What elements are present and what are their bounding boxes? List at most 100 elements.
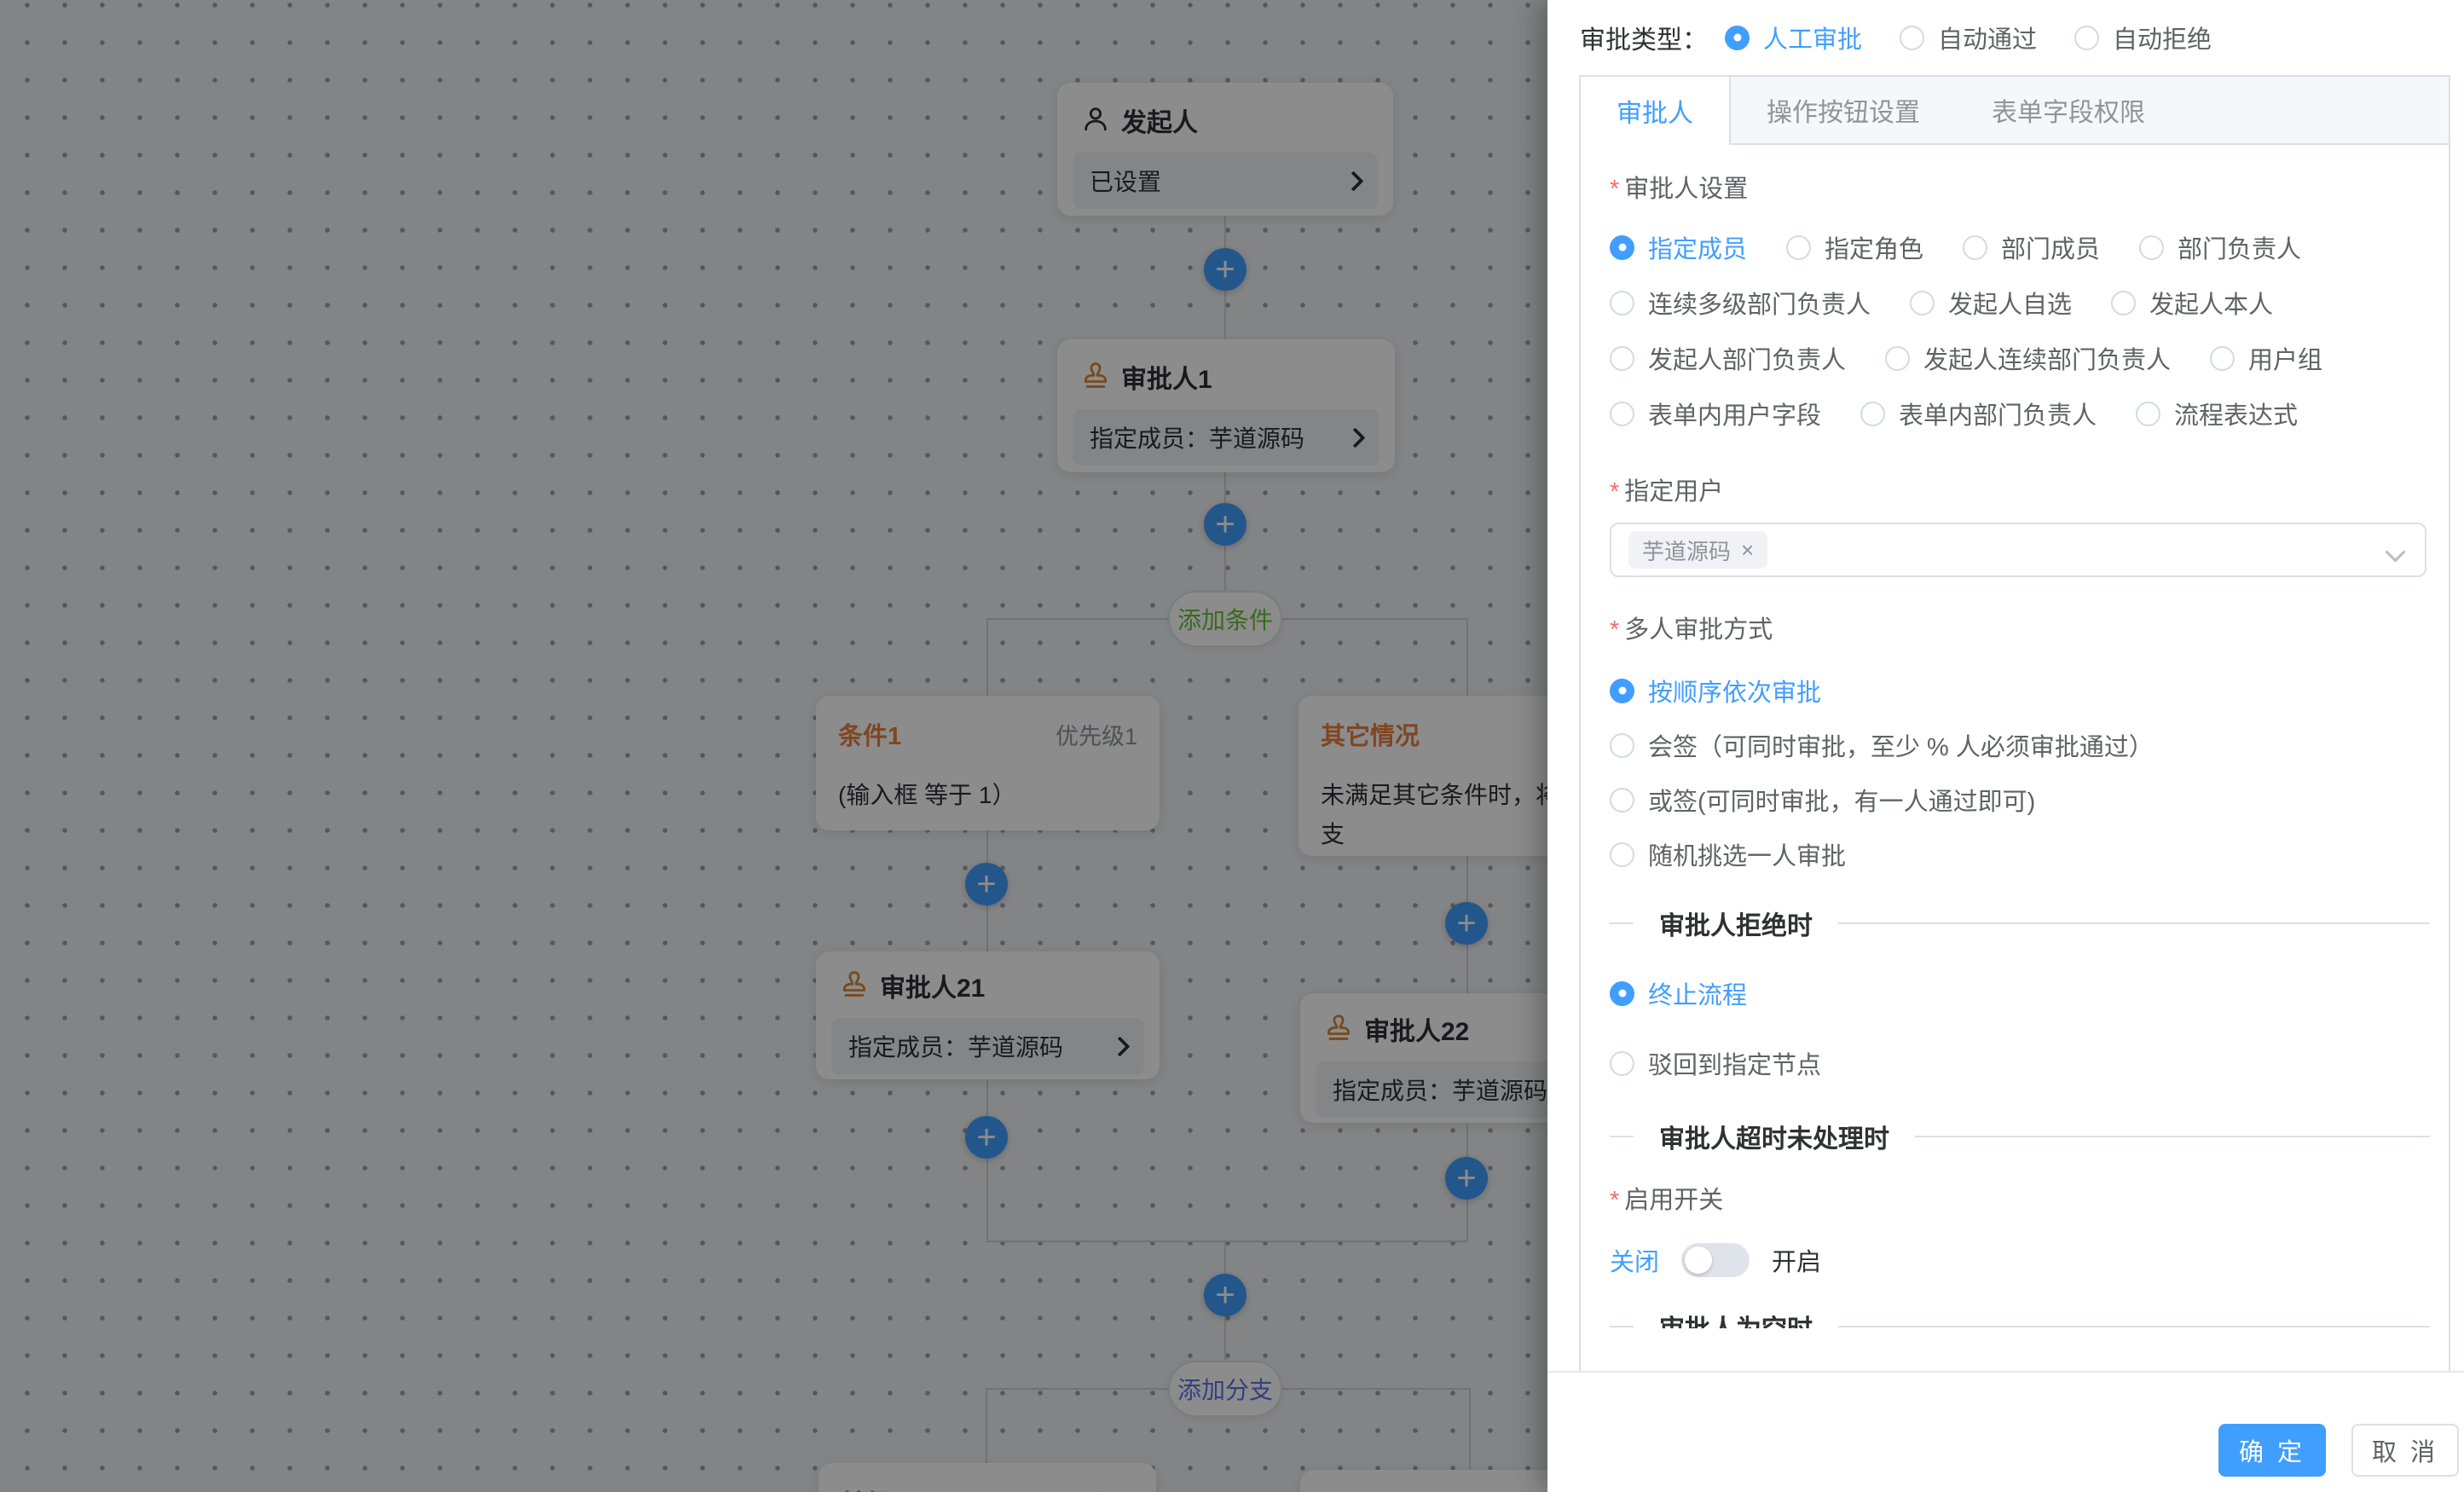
close-icon[interactable]: × (1741, 537, 1754, 564)
screen: 发起人 已设置 + 审批人1 指定成员：芋道源码 (0, 0, 2464, 1492)
radio-icon (2111, 291, 2136, 315)
radio-icon (1725, 26, 1750, 50)
switch-off-label: 关闭 (1610, 1242, 1659, 1278)
radio-label: 发起人本人 (2149, 285, 2273, 321)
option-random-one[interactable]: 随机挑选一人审批 (1610, 839, 1846, 870)
multi-approve-options: 按顺序依次审批 会签（可同时审批，至少 % 人必须审批通过） 或签(可同时审批，… (1610, 645, 2435, 870)
radio-icon (1610, 679, 1634, 703)
settings-tabs-card: 审批人 操作按钮设置 表单字段权限 *审批人设置 指定成员 指定角色 (1579, 75, 2450, 1371)
approver-setting-label: *审批人设置 (1610, 174, 2435, 205)
selected-user-tag: 芋道源码 × (1628, 531, 1767, 569)
option-terminate-process[interactable]: 终止流程 (1610, 978, 1747, 1009)
option-user-group[interactable]: 用户组 (2210, 340, 2322, 376)
timeout-switch[interactable] (1681, 1243, 1750, 1277)
tag-label: 芋道源码 (1642, 535, 1731, 566)
radio-icon (2210, 346, 2235, 371)
option-return-to-node[interactable]: 驳回到指定节点 (1610, 1048, 1821, 1079)
radio-icon (1610, 788, 1634, 813)
option-form-dept-leader[interactable]: 表单内部门负责人 (1860, 396, 2097, 431)
section-title: 审批人超时未处理时 (1659, 1118, 1889, 1155)
radio-label: 或签(可同时审批，有一人通过即可) (1648, 782, 2035, 818)
option-initiator-dept-leader[interactable]: 发起人部门负责人 (1610, 340, 1846, 376)
multi-approve-mode-label: *多人审批方式 (1610, 615, 2435, 645)
enable-switch-label: *启用开关 (1610, 1185, 2435, 1216)
radio-icon (1610, 981, 1634, 1006)
section-title: 审批人拒绝时 (1659, 905, 1813, 942)
radio-icon (1610, 842, 1634, 867)
radio-label: 部门成员 (2001, 229, 2100, 265)
required-asterisk: * (1610, 478, 1619, 506)
radio-icon (1610, 733, 1634, 758)
radio-label: 流程表达式 (2174, 396, 2298, 431)
confirm-button[interactable]: 确 定 (2218, 1424, 2326, 1477)
radio-label: 随机挑选一人审批 (1648, 836, 1846, 872)
radio-icon (1610, 402, 1634, 426)
radio-icon (2074, 26, 2099, 50)
radio-label: 人工审批 (1763, 20, 1862, 55)
option-initiator-choose[interactable]: 发起人自选 (1910, 285, 2072, 321)
approval-type-auto-approve[interactable]: 自动通过 (1900, 20, 2037, 55)
section-title: 审批人为空时 (1659, 1308, 1813, 1328)
radio-icon (2136, 402, 2160, 426)
option-form-user-field[interactable]: 表单内用户字段 (1610, 396, 1821, 431)
radio-icon (1610, 1051, 1634, 1076)
switch-on-label: 开启 (1772, 1242, 1821, 1278)
option-initiator-self[interactable]: 发起人本人 (2111, 285, 2273, 321)
radio-label: 终止流程 (1648, 975, 1747, 1011)
option-dept-leader[interactable]: 部门负责人 (2139, 229, 2301, 265)
option-assigned-role[interactable]: 指定角色 (1786, 229, 1923, 265)
approval-type-manual[interactable]: 人工审批 (1725, 20, 1862, 55)
required-asterisk: * (1610, 1187, 1619, 1214)
reject-section-divider: 审批人拒绝时 (1610, 908, 2430, 939)
required-asterisk: * (1610, 616, 1619, 644)
radio-icon (1786, 235, 1811, 260)
approver-setting-row: 连续多级部门负责人 发起人自选 发起人本人 (1610, 287, 2435, 318)
cancel-button[interactable]: 取 消 (2351, 1424, 2459, 1477)
radio-label: 连续多级部门负责人 (1648, 285, 1871, 321)
required-asterisk: * (1610, 176, 1619, 203)
tab-approver[interactable]: 审批人 (1581, 77, 1731, 145)
footer-divider (1547, 1371, 2464, 1373)
option-assigned-member[interactable]: 指定成员 (1610, 229, 1747, 265)
approver-setting-row: 发起人部门负责人 发起人连续部门负责人 用户组 (1610, 343, 2435, 373)
radio-label: 部门负责人 (2178, 229, 2301, 265)
radio-icon (1610, 235, 1634, 260)
radio-icon (1610, 346, 1634, 371)
reject-options: 终止流程 驳回到指定节点 (1610, 939, 2435, 1079)
assign-user-label: *指定用户 (1610, 477, 2435, 507)
option-countersign[interactable]: 会签（可同时审批，至少 % 人必须审批通过） (1610, 730, 2154, 760)
radio-icon (1885, 346, 1910, 371)
radio-icon (1610, 291, 1634, 315)
radio-label: 指定角色 (1825, 229, 1923, 265)
radio-label: 会签（可同时审批，至少 % 人必须审批通过） (1648, 727, 2154, 763)
radio-label: 发起人自选 (1948, 285, 2072, 321)
approval-type-auto-reject[interactable]: 自动拒绝 (2074, 20, 2212, 55)
approval-type-label: 审批类型： (1580, 19, 1708, 56)
timeout-toggle-row: 关闭 开启 (1610, 1243, 2435, 1277)
option-process-expression[interactable]: 流程表达式 (2136, 396, 2298, 431)
timeout-section-divider: 审批人超时未处理时 (1610, 1121, 2430, 1152)
tab-form-field-permissions[interactable]: 表单字段权限 (1956, 77, 2181, 143)
radio-icon (1860, 402, 1885, 426)
option-dept-member[interactable]: 部门成员 (1963, 229, 2100, 265)
tab-bar: 审批人 操作按钮设置 表单字段权限 (1581, 77, 2449, 145)
tab-action-buttons[interactable]: 操作按钮设置 (1731, 77, 1956, 143)
chevron-down-icon (2385, 541, 2405, 562)
radio-icon (1910, 291, 1935, 315)
radio-icon (2139, 235, 2164, 260)
option-sequential[interactable]: 按顺序依次审批 (1610, 675, 1821, 706)
empty-approver-section-divider: 审批人为空时 (1610, 1311, 2430, 1328)
radio-label: 自动通过 (1938, 20, 2037, 55)
radio-label: 驳回到指定节点 (1648, 1045, 1821, 1081)
approver-setting-row: 指定成员 指定角色 部门成员 部门负责人 (1610, 232, 2435, 263)
option-initiator-multi-dept-leader[interactable]: 发起人连续部门负责人 (1885, 340, 2171, 376)
radio-label: 指定成员 (1648, 229, 1747, 265)
modal-overlay[interactable] (0, 0, 1547, 1492)
radio-icon (1900, 26, 1924, 50)
approver-settings-drawer: 审批类型： 人工审批 自动通过 自动拒绝 审批人 操作按钮设置 表单字段权限 (1547, 0, 2464, 1492)
form-scroll-area[interactable]: *审批人设置 指定成员 指定角色 部门成员 部门负责人 (1581, 143, 2449, 1328)
option-orsign[interactable]: 或签(可同时审批，有一人通过即可) (1610, 784, 2035, 815)
option-multi-level-dept-leader[interactable]: 连续多级部门负责人 (1610, 285, 1871, 321)
radio-icon (1963, 235, 1987, 260)
assign-user-select[interactable]: 芋道源码 × (1610, 523, 2426, 577)
